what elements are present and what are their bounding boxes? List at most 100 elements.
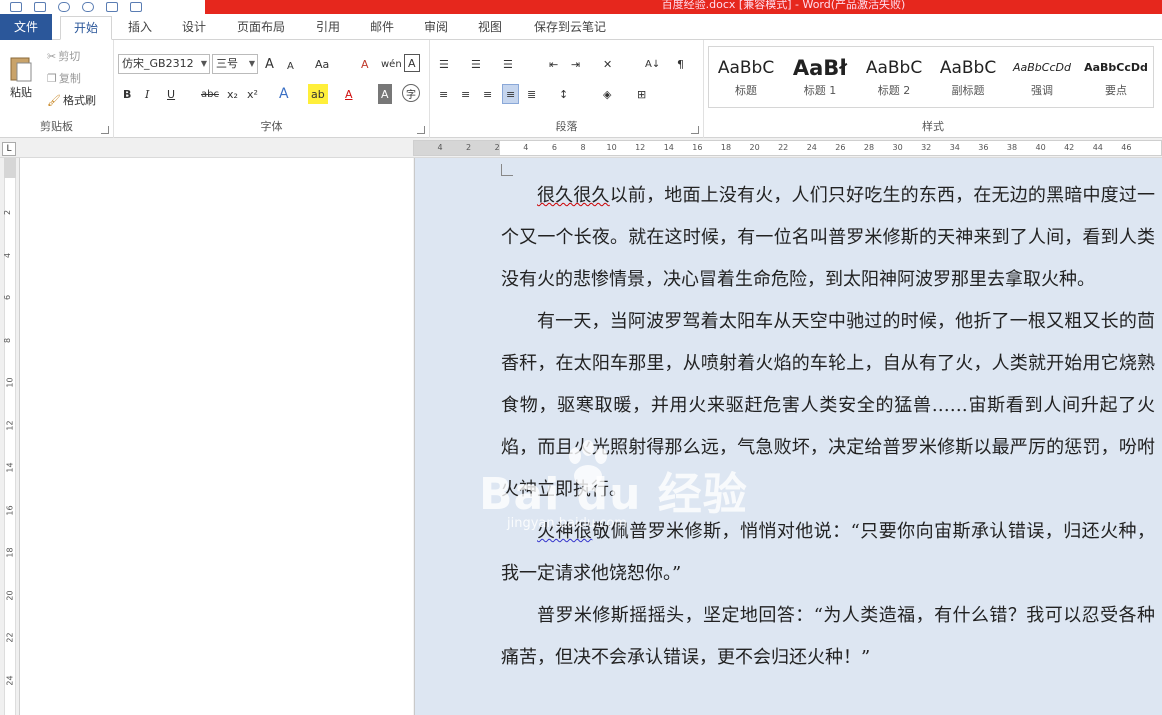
tab-references[interactable]: 引用 — [306, 16, 350, 40]
bold-button[interactable]: B — [120, 84, 134, 104]
format-painter-button[interactable]: 🖌 格式刷 — [44, 90, 99, 110]
tab-save-cloud-note[interactable]: 保存到云笔记 — [524, 16, 616, 40]
cut-button[interactable]: ✂ 剪切 — [44, 46, 83, 66]
tab-insert[interactable]: 插入 — [118, 16, 162, 40]
asian-layout-button[interactable]: ✕ — [600, 54, 615, 74]
new-document-icon[interactable] — [130, 2, 142, 12]
style-emphasis[interactable]: AaBbCcDd 强调 — [1005, 47, 1079, 107]
style-heading-1[interactable]: AaBł 标题 1 — [783, 47, 857, 107]
paragraph-dialog-launcher[interactable] — [691, 126, 699, 134]
text-effects-button[interactable]: A — [276, 84, 292, 104]
ruler-tick-label: 30 — [892, 143, 903, 152]
tab-page-layout[interactable]: 页面布局 — [228, 16, 294, 40]
save-icon[interactable] — [34, 2, 46, 12]
redo-icon[interactable] — [82, 2, 94, 12]
ribbon: 粘贴 ✂ 剪切 ❐ 复制 🖌 格式刷 剪贴板 仿宋_GB2312 ▼ 三号 ▼ … — [0, 40, 1162, 138]
style-sample: AaBbC — [865, 58, 923, 78]
undo-icon[interactable] — [58, 2, 70, 12]
vertical-ruler[interactable]: 2 4 6 8 10 12 14 16 18 20 22 24 — [0, 158, 20, 715]
watermark-brand: Bai du 经验 — [479, 469, 748, 520]
align-right-button[interactable]: ≡ — [480, 84, 495, 104]
copy-icon: ❐ — [47, 71, 57, 85]
increase-indent-button[interactable]: ⇥ — [568, 54, 583, 74]
styles-group-label: 样式 — [922, 120, 944, 133]
copy-button[interactable]: ❐ 复制 — [44, 68, 84, 88]
style-name: 要点 — [1105, 84, 1127, 97]
distributed-button[interactable]: ≣ — [524, 84, 539, 104]
clipboard-dialog-launcher[interactable] — [101, 126, 109, 134]
tab-view[interactable]: 视图 — [468, 16, 512, 40]
tab-home[interactable]: 开始 — [60, 16, 112, 40]
style-title[interactable]: AaBbC 标题 — [709, 47, 783, 107]
ruler-tick-label: 40 — [1035, 143, 1046, 152]
chevron-down-icon: ▼ — [248, 59, 255, 68]
ruler-tick-label: 8 — [580, 143, 586, 152]
italic-button[interactable]: I — [142, 84, 152, 104]
vertical-ruler-tick-label: 18 — [5, 547, 15, 558]
show-marks-button[interactable]: ¶ — [674, 54, 687, 74]
align-left-button[interactable]: ≡ — [436, 84, 451, 104]
font-color-button[interactable]: A — [342, 84, 356, 104]
grow-font-button[interactable]: A — [262, 54, 277, 74]
clear-formatting-button[interactable]: A — [358, 54, 372, 74]
paste-button[interactable]: 粘贴 — [4, 46, 38, 108]
underline-button[interactable]: U — [164, 84, 178, 104]
align-left-icon: ≡ — [439, 87, 449, 101]
character-shading-button[interactable]: A — [378, 84, 392, 104]
decrease-indent-button[interactable]: ⇤ — [546, 54, 561, 74]
align-center-button[interactable]: ≡ — [458, 84, 473, 104]
change-case-button[interactable]: Aa — [312, 54, 332, 74]
font-name-select[interactable]: 仿宋_GB2312 ▼ — [118, 54, 210, 74]
chevron-down-icon: ▼ — [200, 59, 207, 68]
sort-button[interactable]: A↓ — [642, 54, 663, 74]
character-border-button[interactable]: A — [404, 54, 420, 72]
line-spacing-button[interactable]: ↕ — [556, 84, 571, 104]
borders-icon: ⊞ — [637, 87, 647, 101]
phonetic-guide-button[interactable]: wén — [378, 54, 405, 74]
subscript-button[interactable]: x₂ — [224, 84, 241, 104]
font-size-select[interactable]: 三号 ▼ — [212, 54, 258, 74]
ruler-tick-label: 36 — [978, 143, 989, 152]
word-window: 百度经验.docx [兼容模式] - Word(产品激活失败) 文件 开始 插入… — [0, 0, 1162, 715]
spelling-mark: 很久很久 — [537, 185, 610, 206]
tab-mailings[interactable]: 邮件 — [360, 16, 404, 40]
print-preview-icon[interactable] — [106, 2, 118, 12]
strikethrough-button[interactable]: abc — [198, 84, 222, 104]
tab-design[interactable]: 设计 — [172, 16, 216, 40]
highlight-button[interactable]: ab — [308, 84, 328, 104]
borders-button[interactable]: ⊞ — [634, 84, 649, 104]
ruler-tick-label: 46 — [1121, 143, 1132, 152]
justify-button[interactable]: ≡ — [502, 84, 520, 104]
paragraph[interactable]: 很久很久以前，地面上没有火，人们只好吃生的东西，在无边的黑暗中度过一个又一个长夜… — [501, 175, 1155, 301]
ruler-tick-label: 24 — [806, 143, 817, 152]
styles-gallery: AaBbC 标题 AaBł 标题 1 AaBbC 标题 2 AaBbC 副标题 … — [708, 46, 1154, 108]
style-sample: AaBł — [792, 56, 848, 80]
numbering-button[interactable]: ☰ — [468, 54, 484, 74]
document-page[interactable]: 很久很久以前，地面上没有火，人们只好吃生的东西，在无边的黑暗中度过一个又一个长夜… — [414, 158, 1162, 715]
style-subtitle[interactable]: AaBbC 副标题 — [931, 47, 1005, 107]
navigation-blank-area — [20, 158, 413, 715]
vertical-ruler-tick-label: 6 — [3, 294, 13, 301]
style-strong[interactable]: AaBbCcDd 要点 — [1079, 47, 1153, 107]
tab-selector[interactable]: L — [2, 142, 16, 156]
multilevel-list-button[interactable]: ☰ — [500, 54, 516, 74]
document-body[interactable]: 很久很久以前，地面上没有火，人们只好吃生的东西，在无边的黑暗中度过一个又一个长夜… — [501, 175, 1155, 679]
style-heading-2[interactable]: AaBbC 标题 2 — [857, 47, 931, 107]
horizontal-ruler[interactable]: 4 2 2 4 6 8 10 12 14 16 18 20 22 24 26 28 30 32 34 36 38 40 42… — [413, 140, 1162, 156]
ruler-tick-label: 12 — [635, 143, 646, 152]
shading-button[interactable]: ◈ — [600, 84, 614, 104]
tab-file[interactable]: 文件 — [0, 14, 52, 40]
style-sample: AaBbC — [939, 58, 997, 78]
ruler-tick-label: 14 — [663, 143, 674, 152]
paragraph-group: ☰ ☰ ☰ ⇤ ⇥ ✕ A↓ ¶ ≡ ≡ ≡ ≡ ≣ ↕ ◈ ⊞ 段落 — [430, 40, 704, 138]
paragraph-text: 普罗米修斯摇摇头，坚定地回答：“为人类造福，有什么错？我可以忍受各种痛苦，但决不… — [501, 605, 1155, 668]
tab-review[interactable]: 审阅 — [414, 16, 458, 40]
paragraph[interactable]: 普罗米修斯摇摇头，坚定地回答：“为人类造福，有什么错？我可以忍受各种痛苦，但决不… — [501, 595, 1155, 679]
vertical-ruler-tick-label: 16 — [5, 504, 15, 516]
ruler-tick-label: 22 — [778, 143, 789, 152]
bullets-button[interactable]: ☰ — [436, 54, 452, 74]
font-dialog-launcher[interactable] — [417, 126, 425, 134]
enclose-characters-button[interactable]: 字 — [402, 84, 420, 102]
superscript-button[interactable]: x² — [244, 84, 261, 104]
shrink-font-button[interactable]: A — [284, 56, 297, 76]
